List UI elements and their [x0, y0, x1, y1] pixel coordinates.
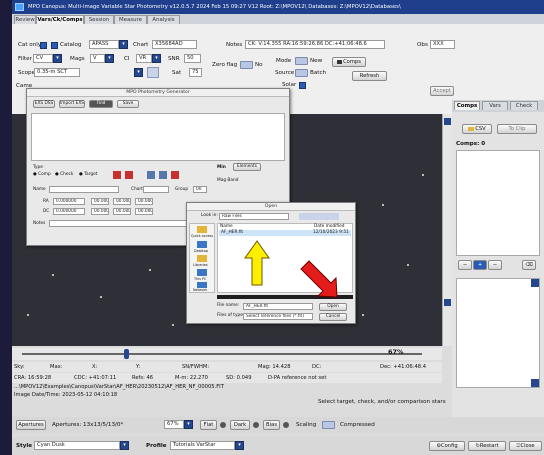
annotation-overlay [244, 240, 338, 298]
red-down-arrow [300, 260, 338, 298]
yellow-up-arrow [244, 240, 270, 286]
